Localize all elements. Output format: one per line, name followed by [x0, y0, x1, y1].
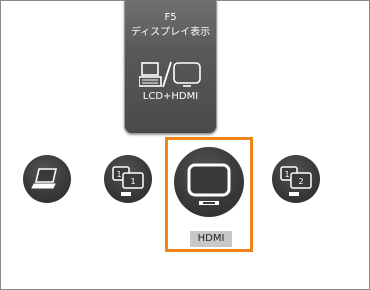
laptop-icon	[31, 168, 58, 189]
card-title: ディスプレイ表示	[130, 27, 211, 38]
hotkey-label: F5	[164, 12, 177, 23]
mode-hdmi-button[interactable]	[174, 147, 244, 217]
mode-laptop-only-button[interactable]	[23, 155, 71, 203]
hdmi-label: HDMI	[190, 231, 232, 247]
badge-1: 1	[116, 170, 121, 179]
current-mode-label: LCD+HDMI	[142, 91, 199, 102]
display-mode-card: F5 ディスプレイ表示 LCD+HDMI	[124, 0, 217, 134]
mode-duplicate-button[interactable]: 1 1	[104, 155, 152, 203]
monitor-icon	[187, 163, 231, 205]
duplicate-display-icon: 1 1	[112, 166, 144, 196]
mode-extend-button[interactable]: 1 2	[272, 155, 320, 203]
lcd-hdmi-icon	[139, 61, 201, 88]
badge-2: 2	[298, 177, 303, 186]
badge-2: 1	[130, 177, 135, 186]
badge-1: 1	[284, 170, 289, 179]
extend-display-icon: 1 2	[280, 166, 312, 196]
